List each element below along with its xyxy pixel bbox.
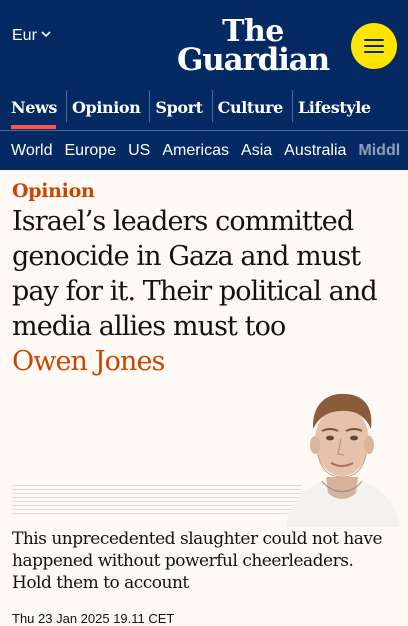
subnav-item-europe[interactable]: Europe [65, 142, 117, 160]
edition-label: Eur [12, 27, 37, 44]
subnav-item-australia[interactable]: Australia [284, 142, 346, 160]
subnav-item-world[interactable]: World [11, 142, 53, 160]
article-byline[interactable]: Owen Jones [12, 344, 396, 379]
decorative-lines [12, 485, 302, 515]
guardian-logo[interactable]: The Guardian [165, 17, 341, 78]
chevron-down-icon [41, 29, 51, 41]
logo-line-2: Guardian [177, 42, 330, 78]
pillar-lifestyle[interactable]: Lifestyle [291, 90, 375, 122]
menu-button[interactable] [351, 23, 397, 69]
pillar-opinion[interactable]: Opinion [66, 90, 144, 122]
author-portrait [282, 377, 402, 527]
pillar-culture[interactable]: Culture [211, 90, 287, 122]
edition-switcher[interactable]: Eur [12, 27, 51, 45]
subnav-item-asia[interactable]: Asia [241, 142, 272, 160]
hamburger-menu-icon [364, 39, 384, 41]
subnav-item-americas[interactable]: Americas [162, 142, 229, 160]
article-standfirst: This unprecedented slaughter could not h… [12, 529, 383, 593]
masthead: Eur The Guardian [0, 0, 408, 89]
pillar-news[interactable]: News [11, 90, 61, 129]
hamburger-menu-icon-bar [364, 45, 384, 47]
pillar-nav: News Opinion Sport Culture Lifestyle [0, 89, 408, 130]
article-dateline: Thu 23 Jan 2025 19.11 CET [12, 611, 175, 626]
subnav-item-us[interactable]: US [128, 142, 150, 160]
article-kicker[interactable]: Opinion [12, 180, 396, 202]
subnav-item-middle-east[interactable]: Middl [358, 142, 400, 160]
article-headline: Israel’s leaders committed genocide in G… [12, 206, 378, 342]
article: Opinion Israel’s leaders committed genoc… [0, 180, 408, 626]
subnav: World Europe US Americas Asia Australia … [0, 130, 408, 170]
pillar-sport[interactable]: Sport [149, 90, 206, 122]
hamburger-menu-icon-bar [364, 51, 384, 53]
